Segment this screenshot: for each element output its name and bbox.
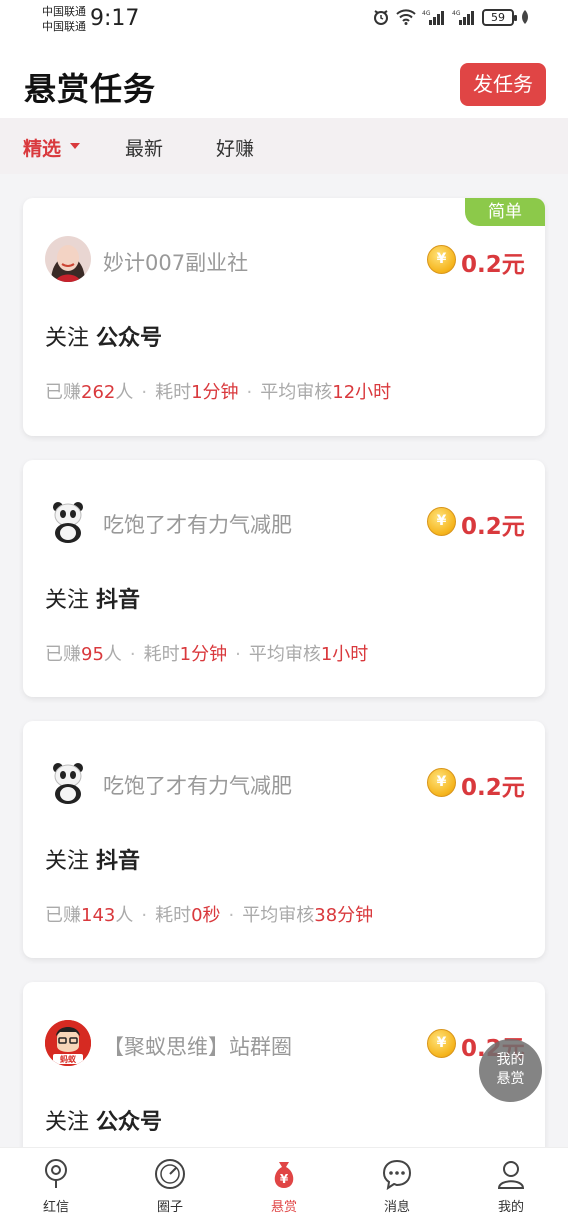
task-platform: 抖音 [96,588,141,613]
nav-item-me[interactable]: 我的 [471,1158,551,1215]
bottom-nav: 红信 圈子 ¥ 悬赏 消息 我的 [0,1147,568,1231]
carrier-1: 中国联通 [42,5,86,18]
carrier-2: 中国联通 [42,20,86,33]
task-title: 关注 公众号 [45,1104,162,1136]
avatar[interactable]: 蚂蚁 [45,1020,91,1066]
nav-label: 圈子 [156,1200,183,1215]
nav-item-circle[interactable]: 圈子 [130,1158,210,1215]
page-title: 悬赏任务 [24,70,157,108]
task-stats: 已赚143人 · 耗时0秒 · 平均审核38分钟 [45,905,374,926]
earned-label: 已赚 [45,905,81,926]
filter-tabs: 精选 最新 好赚 [0,118,568,174]
earned-label: 已赚 [45,644,81,665]
time-cost: 1分钟 [179,644,228,665]
avatar[interactable] [45,759,91,805]
leaf-icon [520,9,530,25]
reward-amount: 0.2元 [461,514,525,540]
tab-latest[interactable]: 最新 [125,134,163,161]
money-bag-icon: ¥ [274,1162,294,1188]
network-type-1: 4G [422,10,431,17]
nav-item-bounty[interactable]: ¥ 悬赏 [244,1158,324,1215]
my-rewards-fab[interactable]: 我的 悬赏 [479,1039,542,1102]
fab-line-2: 悬赏 [496,1071,525,1087]
app-header: 悬赏任务 发任务 [0,40,568,118]
review-time: 1小时 [320,644,369,665]
task-action: 关注 [45,849,90,874]
signal-1-icon: 4G [422,9,446,25]
task-stats: 已赚262人 · 耗时1分钟 · 平均审核12小时 [45,382,392,403]
earned-label: 已赚 [45,382,81,403]
reward-amount: 0.2元 [461,252,525,278]
nav-item-hongxin[interactable]: 红信 [16,1158,96,1215]
earned-unit: 人 [103,644,122,665]
review-label: 平均审核 [248,644,321,665]
earned-count: 262 [81,382,116,403]
carrier-names: 中国联通 中国联通 [42,4,86,34]
signal-2-icon: 4G [452,9,476,25]
poster-name: 妙计007副业社 [103,251,249,275]
compass-icon [155,1159,185,1189]
avatar[interactable] [45,236,91,282]
time-label: 耗时 [143,644,180,665]
poster-name: 【聚蚁思维】站群圈 [103,1035,292,1059]
coin-icon: ¥ [427,245,456,274]
chat-bubble-icon [382,1159,412,1190]
task-title: 关注 抖音 [45,582,140,614]
battery-icon: 59 [482,8,517,26]
task-stats: 已赚95人 · 耗时1分钟 · 平均审核1小时 [45,644,369,665]
task-title: 关注 抖音 [45,843,140,875]
alarm-icon [372,8,390,26]
nav-label: 红信 [42,1200,69,1215]
task-platform: 抖音 [96,849,141,874]
task-card[interactable]: 吃饱了才有力气减肥 ¥ 0.2元 关注 抖音 已赚95人 · 耗时1分钟 · 平均审核1… [23,460,545,697]
wifi-icon [396,9,416,25]
review-label: 平均审核 [260,382,333,403]
review-time: 38分钟 [314,905,374,926]
task-title: 关注 公众号 [45,320,162,352]
status-bar: 中国联通 中国联通 9:17 4G 4G 59 [0,0,568,40]
earned-count: 143 [81,905,116,926]
coin-icon: ¥ [427,507,456,536]
caret-down-icon[interactable] [70,143,80,149]
location-pin-icon [45,1159,67,1188]
difficulty-badge: 简单 [465,198,545,226]
reward-amount: 0.2元 [461,775,525,801]
review-label: 平均审核 [242,905,315,926]
svg-text:¥: ¥ [280,1172,289,1186]
nav-label: 悬赏 [270,1200,297,1215]
task-card[interactable]: 简单 妙计007副业社 ¥ 0.2元 关注 公众号 已赚262人 · 耗时1分钟 · 平… [23,198,545,436]
coin-icon: ¥ [427,768,456,797]
poster-name: 吃饱了才有力气减肥 [103,774,292,798]
nav-item-messages[interactable]: 消息 [357,1158,437,1215]
fab-line-1: 我的 [496,1052,525,1068]
time-label: 耗时 [155,382,192,403]
review-time: 12小时 [332,382,392,403]
earned-unit: 人 [115,905,134,926]
task-card[interactable]: 吃饱了才有力气减肥 ¥ 0.2元 关注 抖音 已赚143人 · 耗时0秒 · 平均审核3… [23,721,545,958]
person-icon [497,1161,525,1189]
network-type-2: 4G [452,10,461,17]
system-icons: 4G 4G 59 [372,8,530,26]
tab-lucrative[interactable]: 好赚 [216,134,254,161]
clock: 9:17 [90,6,140,31]
time-label: 耗时 [155,905,192,926]
task-action: 关注 [45,1110,90,1135]
avatar[interactable] [45,498,91,544]
task-action: 关注 [45,326,90,351]
tab-featured[interactable]: 精选 [23,134,61,161]
post-task-button[interactable]: 发任务 [460,63,546,106]
task-action: 关注 [45,588,90,613]
time-cost: 1分钟 [191,382,239,403]
avatar-text: 蚂蚁 [60,1054,77,1064]
time-cost: 0秒 [191,905,221,926]
earned-unit: 人 [115,382,134,403]
task-card[interactable]: 蚂蚁 【聚蚁思维】站群圈 ¥ 0.2元 关注 公众号 [23,982,545,1162]
earned-count: 95 [81,644,104,665]
poster-name: 吃饱了才有力气减肥 [103,513,292,537]
nav-label: 我的 [497,1200,524,1215]
task-platform: 公众号 [96,1110,163,1135]
coin-icon: ¥ [427,1029,456,1058]
task-platform: 公众号 [96,326,163,351]
nav-label: 消息 [383,1200,410,1215]
